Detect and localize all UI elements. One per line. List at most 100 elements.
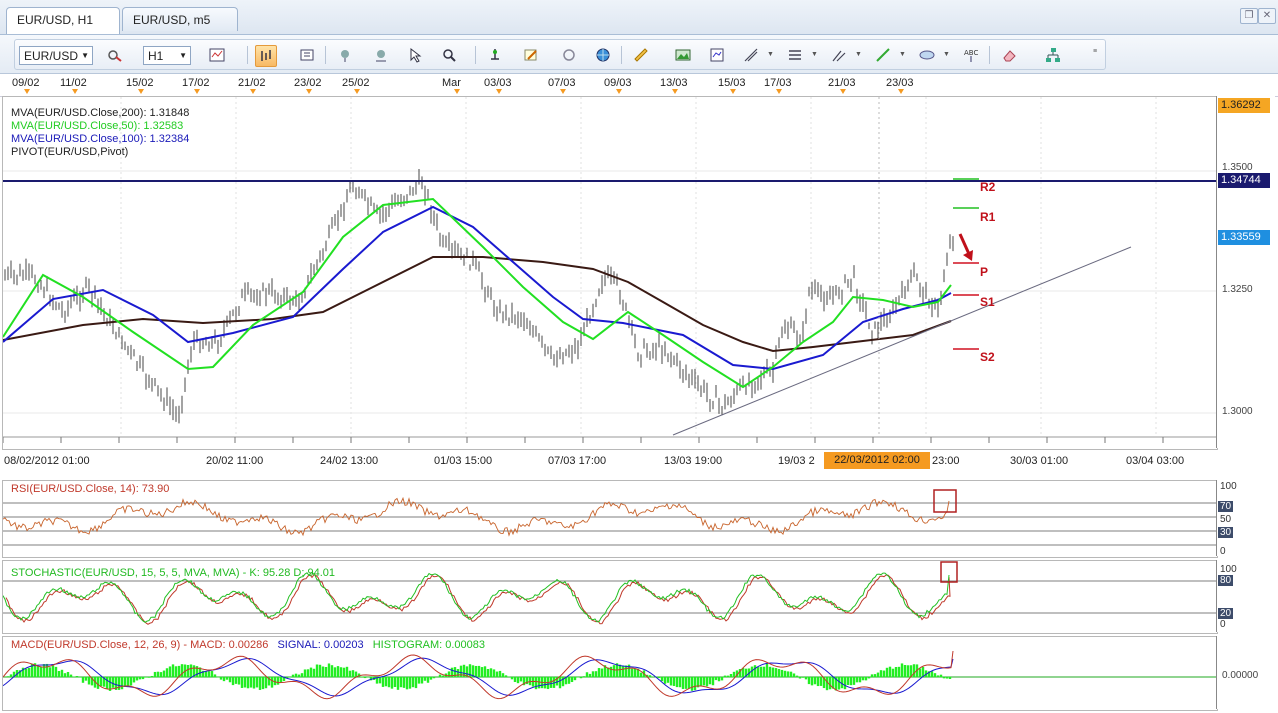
- stoch-scale-100: 100: [1220, 564, 1237, 575]
- top-date-label: 09/02: [12, 77, 40, 89]
- rsi-chart[interactable]: [3, 481, 1217, 557]
- hand-icon[interactable]: [335, 45, 355, 65]
- bar-icon[interactable]: [255, 45, 277, 67]
- macd-panel[interactable]: MACD(EUR/USD.Close, 12, 26, 9) - MACD: 0…: [2, 636, 1218, 711]
- top-date-label: 07/03: [548, 77, 576, 89]
- event-marker-icon[interactable]: [840, 89, 846, 94]
- mva200-line: [3, 256, 952, 353]
- pivot-p-label: P: [980, 265, 989, 279]
- legend-mva200: MVA(EUR/USD.Close,200): 1.31848: [11, 107, 190, 119]
- macd-title: MACD(EUR/USD.Close, 12, 26, 9) - MACD: 0…: [11, 639, 485, 651]
- top-date-label: Mar: [442, 77, 461, 89]
- refresh-icon[interactable]: [559, 45, 579, 65]
- eraser-icon[interactable]: [999, 45, 1019, 65]
- event-marker-icon[interactable]: [194, 89, 200, 94]
- legend-mva50: MVA(EUR/USD.Close,50): 1.32583: [11, 120, 184, 132]
- channel-icon[interactable]: [829, 45, 849, 65]
- top-date-label: 23/02: [294, 77, 322, 89]
- tree-icon[interactable]: [1043, 45, 1063, 65]
- stochastic-title: STOCHASTIC(EUR/USD, 15, 5, 5, MVA, MVA) …: [11, 567, 335, 579]
- candle-icon[interactable]: [297, 45, 317, 65]
- zoom-rect-icon[interactable]: [439, 45, 459, 65]
- hand2-icon[interactable]: [371, 45, 391, 65]
- top-date-label: 25/02: [342, 77, 370, 89]
- top-date-label: 15/03: [718, 77, 746, 89]
- indicator-icon[interactable]: [207, 45, 227, 65]
- event-marker-icon[interactable]: [730, 89, 736, 94]
- price-axis[interactable]: 1.3500 1.3250 1.3000: [1216, 96, 1275, 448]
- stoch-k-line: [3, 572, 950, 623]
- trendline-icon[interactable]: [873, 45, 893, 65]
- resistance-price-tag: 1.34744: [1218, 173, 1270, 188]
- macd-title-histogram: HISTOGRAM: 0.00083: [372, 639, 486, 651]
- price-axis-label: 1.3500: [1222, 162, 1253, 173]
- event-marker-icon[interactable]: [354, 89, 360, 94]
- event-marker-icon[interactable]: [306, 89, 312, 94]
- price-chart-panel[interactable]: MVA(EUR/USD.Close,200): 1.31848 MVA(EUR/…: [2, 96, 1218, 450]
- template-icon[interactable]: [707, 45, 727, 65]
- event-marker-icon[interactable]: [672, 89, 678, 94]
- pivot-r1-label: R1: [980, 210, 996, 224]
- ellipse-icon[interactable]: [917, 45, 937, 65]
- macd-title-macd: MACD(EUR/USD.Close, 12, 26, 9) - MACD: 0…: [11, 639, 269, 651]
- picture-icon[interactable]: [673, 45, 693, 65]
- pivot-s1-label: S1: [980, 295, 995, 309]
- event-marker-icon[interactable]: [496, 89, 502, 94]
- time-axis-label: 20/02 11:00: [206, 455, 264, 467]
- time-axis-label: 03/04 03:00: [1126, 455, 1185, 467]
- event-marker-icon[interactable]: [898, 89, 904, 94]
- rsi-highlight-box: [933, 489, 957, 513]
- down-arrow-icon: [958, 233, 971, 255]
- top-date-label: 21/03: [828, 77, 856, 89]
- restore-icon[interactable]: ❐: [1240, 8, 1258, 24]
- event-marker-icon[interactable]: [776, 89, 782, 94]
- macd-title-signal: SIGNAL: 0.00203: [277, 639, 364, 651]
- pivot-s2-label: S2: [980, 350, 995, 364]
- stoch-scale-20: 20: [1218, 608, 1234, 619]
- stoch-scale-0: 0: [1220, 619, 1226, 630]
- level-icon[interactable]: [785, 45, 805, 65]
- event-marker-icon[interactable]: [138, 89, 144, 94]
- symbol-select[interactable]: EUR/USD ▼: [19, 46, 93, 65]
- text-icon[interactable]: ABC: [961, 45, 981, 65]
- tab-eurusd-h1[interactable]: EUR/USD, H1: [6, 7, 120, 34]
- price-chart[interactable]: [3, 97, 1217, 449]
- pin-icon[interactable]: [485, 45, 505, 65]
- close-icon[interactable]: ✕: [1258, 8, 1276, 24]
- rsi-scale-30: 30: [1218, 527, 1234, 538]
- top-date-label: 11/02: [60, 77, 87, 89]
- fib-icon[interactable]: [741, 45, 761, 65]
- tab-eurusd-m5[interactable]: EUR/USD, m5: [122, 7, 238, 31]
- chart-type-icon[interactable]: [105, 45, 125, 65]
- top-date-label: 17/02: [182, 77, 210, 89]
- time-axis-label: 24/02 13:00: [320, 455, 379, 467]
- timeframe-select[interactable]: H1 ▼: [143, 46, 191, 65]
- globe-icon[interactable]: [593, 45, 613, 65]
- event-marker-icon[interactable]: [250, 89, 256, 94]
- event-marker-icon[interactable]: [72, 89, 78, 94]
- ruler-icon[interactable]: [631, 45, 651, 65]
- event-marker-icon[interactable]: [616, 89, 622, 94]
- date-strip: 09/02 11/02 15/02 17/02 21/02 23/02 25/02 Mar 03…: [0, 74, 1278, 97]
- legend-pivot: PIVOT(EUR/USD,Pivot): [11, 146, 129, 158]
- rsi-scale-0: 0: [1220, 546, 1226, 557]
- time-axis-label: 30/03 01:00: [1010, 455, 1069, 467]
- stoch-scale-80: 80: [1218, 575, 1234, 586]
- top-date-label: 23/03: [886, 77, 914, 89]
- stochastic-panel[interactable]: STOCHASTIC(EUR/USD, 15, 5, 5, MVA, MVA) …: [2, 560, 1218, 634]
- macd-axis-label: 0.00000: [1222, 670, 1259, 681]
- crosshair-icon[interactable]: [521, 45, 541, 65]
- tab-bar: EUR/USD, H1 EUR/USD, m5 ❐ ✕: [0, 0, 1278, 35]
- time-axis-label: 08/02/2012 01:00: [4, 455, 90, 467]
- event-marker-icon[interactable]: [454, 89, 460, 94]
- crosshair-time-label: 22/03/2012 02:00: [824, 452, 930, 469]
- rsi-panel[interactable]: RSI(EUR/USD.Close, 14): 73.90: [2, 480, 1218, 558]
- high-price-tag: 1.36292: [1218, 98, 1270, 113]
- rsi-scale-100: 100: [1220, 481, 1237, 492]
- top-date-label: 13/03: [660, 77, 688, 89]
- cursor-icon[interactable]: [405, 45, 425, 65]
- legend-mva100: MVA(EUR/USD.Close,100): 1.32384: [11, 133, 190, 145]
- event-marker-icon[interactable]: [560, 89, 566, 94]
- rsi-scale-50: 50: [1220, 514, 1232, 525]
- event-marker-icon[interactable]: [24, 89, 30, 94]
